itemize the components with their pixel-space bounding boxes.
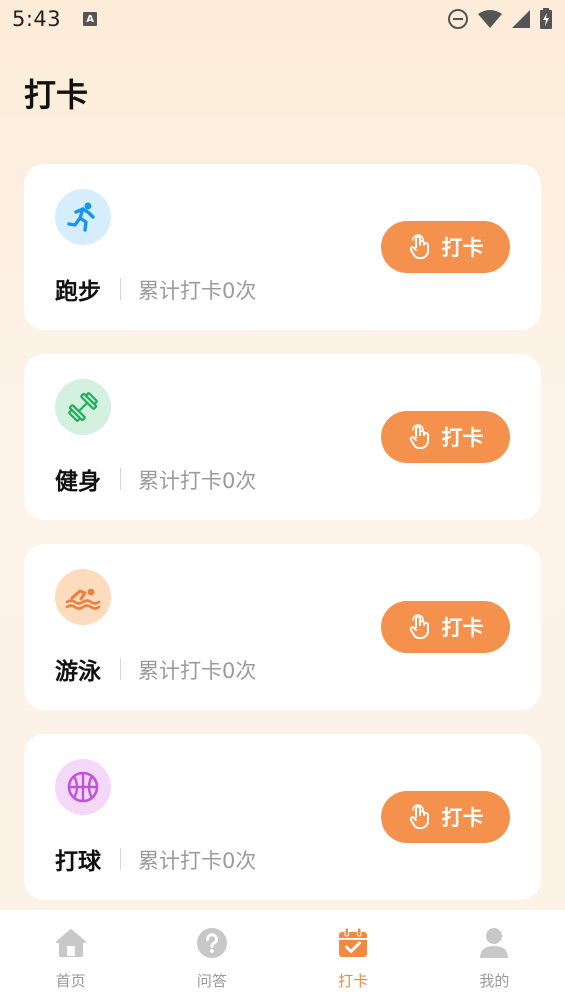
page-title: 打卡 xyxy=(24,76,89,114)
card-count: 累计打卡0次 xyxy=(138,659,257,683)
checkin-button-running[interactable]: 打卡 xyxy=(381,221,510,273)
checkin-button-label: 打卡 xyxy=(441,427,484,450)
checkin-button-swimming[interactable]: 打卡 xyxy=(381,601,510,653)
checkin-card-fitness: 健身 累计打卡0次 打卡 xyxy=(24,354,541,520)
card-title: 打球 xyxy=(55,849,101,875)
bottom-nav: 首页 问答 打卡 我的 xyxy=(0,910,565,1004)
status-icons xyxy=(447,8,553,30)
tap-hand-icon xyxy=(409,424,429,449)
dumbbell-icon xyxy=(55,379,111,435)
checkin-card-swimming: 游泳 累计打卡0次 打卡 xyxy=(24,544,541,710)
tap-hand-icon xyxy=(409,234,429,259)
status-a-icon: A xyxy=(83,12,98,26)
do-not-disturb-icon xyxy=(447,8,469,30)
card-count: 累计打卡0次 xyxy=(138,469,257,493)
nav-label: 打卡 xyxy=(338,972,369,990)
nav-label: 首页 xyxy=(55,972,86,990)
nav-item-checkin[interactable]: 打卡 xyxy=(283,910,424,1004)
home-icon xyxy=(54,926,88,960)
calendar-check-icon xyxy=(336,926,370,960)
card-count: 累计打卡0次 xyxy=(138,279,257,303)
battery-icon xyxy=(539,8,553,30)
checkin-button-ballgame[interactable]: 打卡 xyxy=(381,791,510,843)
nav-label: 问答 xyxy=(196,972,227,990)
card-divider xyxy=(120,278,121,300)
question-icon xyxy=(195,926,229,960)
running-icon xyxy=(55,189,111,245)
checkin-button-label: 打卡 xyxy=(441,237,484,260)
basketball-icon xyxy=(55,759,111,815)
nav-item-home[interactable]: 首页 xyxy=(0,910,141,1004)
wifi-icon xyxy=(477,9,503,29)
checkin-card-running: 跑步 累计打卡0次 打卡 xyxy=(24,164,541,330)
checkin-button-label: 打卡 xyxy=(441,617,484,640)
card-divider xyxy=(120,468,121,490)
checkin-button-label: 打卡 xyxy=(441,807,484,830)
status-time: 5:43 xyxy=(12,7,62,31)
card-divider xyxy=(120,658,121,680)
swimming-icon xyxy=(55,569,111,625)
checkin-button-fitness[interactable]: 打卡 xyxy=(381,411,510,463)
nav-item-profile[interactable]: 我的 xyxy=(424,910,565,1004)
card-count: 累计打卡0次 xyxy=(138,849,257,873)
card-divider xyxy=(120,848,121,870)
card-title: 健身 xyxy=(55,469,101,495)
cellular-signal-icon xyxy=(511,9,531,29)
tap-hand-icon xyxy=(409,804,429,829)
nav-label: 我的 xyxy=(479,972,510,990)
checkin-card-ballgame: 打球 累计打卡0次 打卡 xyxy=(24,734,541,900)
card-title: 游泳 xyxy=(55,659,101,685)
status-bar: 5:43 A xyxy=(0,0,565,38)
tap-hand-icon xyxy=(409,614,429,639)
user-icon xyxy=(477,926,511,960)
checkin-screen: 5:43 A 打卡 跑步 累计打卡0次 打卡 健身 累计打卡0次 打卡 游泳 累… xyxy=(0,0,565,1004)
card-title: 跑步 xyxy=(55,279,101,305)
nav-item-qa[interactable]: 问答 xyxy=(141,910,282,1004)
